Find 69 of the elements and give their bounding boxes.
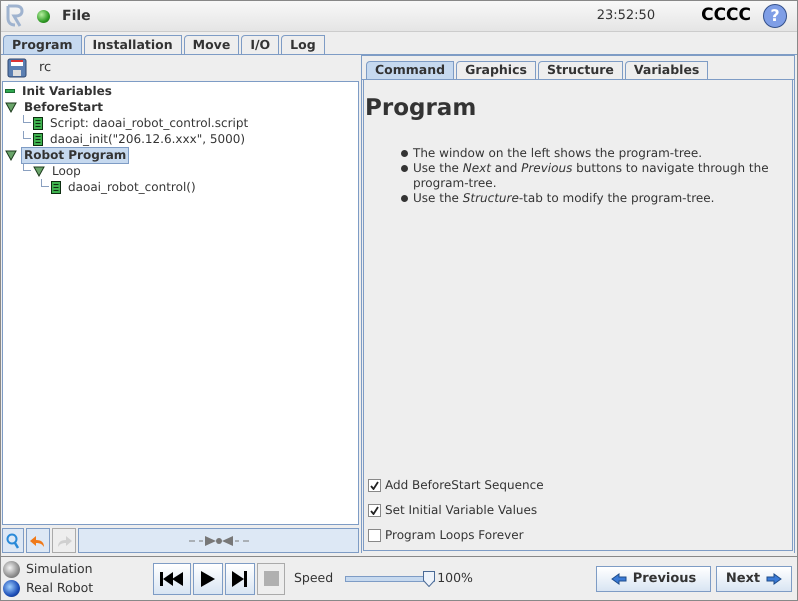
tree-node[interactable]: daoai_robot_control() [65,178,199,196]
step-button[interactable] [225,562,255,594]
search-icon [6,532,20,548]
script-icon [51,180,61,194]
variables-icon [5,89,15,93]
previous-button[interactable]: Previous [596,566,711,592]
bullet-icon [401,164,408,172]
rewind-button[interactable] [153,562,191,594]
tree-node[interactable]: Robot Program [21,146,130,164]
tab[interactable]: I/O [241,35,280,54]
step-forward-icon [231,570,249,588]
expanded-triangle-icon[interactable] [5,150,17,160]
checkbox-label: Program Loops Forever [385,527,524,544]
speed-slider[interactable] [345,570,436,586]
mode-label: Simulation [26,560,93,578]
program-name: rc [39,59,52,78]
robot-name: CCCC [701,4,751,28]
next-button[interactable]: Next [716,566,792,592]
tree-node[interactable]: Loop [49,162,84,180]
rewind-icon [159,570,185,586]
checkmark-icon [370,506,379,514]
save-icon[interactable] [7,58,27,78]
help-text: Use the Structure-tab to modify the program-tree. [413,190,714,206]
script-icon [33,116,43,130]
play-button[interactable] [193,562,223,594]
checkbox[interactable] [368,528,381,542]
tree-node[interactable]: BeforeStart [21,98,106,116]
tab[interactable]: Structure [538,61,623,79]
mode-label: Real Robot [26,578,94,597]
expanded-triangle-icon[interactable] [5,102,17,112]
mode-radio[interactable] [3,580,20,596]
tab[interactable]: Program [3,35,82,54]
tab[interactable]: Graphics [456,61,536,79]
tree-connector-icon [41,179,49,187]
bullet-icon [401,194,408,202]
play-icon [200,570,216,588]
speed-reading: 100% [437,569,473,588]
status-led-icon [37,10,50,22]
tab[interactable]: Command [366,61,454,79]
help-text: Use the Next and Previous buttons to navigate through the program-tree. [413,160,770,190]
logo-icon [5,4,25,28]
slider-thumb[interactable] [423,570,436,586]
speed-label: Speed [294,569,334,588]
right-arrow-icon [766,572,782,584]
search-button[interactable] [2,528,24,553]
checkbox-label: Add BeforeStart Sequence [385,477,544,494]
tree-node[interactable]: Script: daoai_robot_control.script [47,114,252,132]
script-icon [33,132,43,146]
checkbox-label: Set Initial Variable Values [385,502,538,519]
bullet-icon [401,150,408,156]
left-arrow-icon [610,572,627,584]
tab[interactable]: Installation [84,35,182,54]
checkbox[interactable] [368,478,381,492]
checkmark-icon [370,480,379,490]
help-text: The window on the left shows the program-tree. [413,146,702,160]
collapse-arrows-icon [186,536,250,546]
clock-time: 23:52:50 [596,7,656,26]
checkbox[interactable] [368,504,381,516]
command-title: Program [365,94,478,123]
expanded-triangle-icon[interactable] [33,166,45,176]
file-menu[interactable]: File [62,6,91,26]
mode-radio[interactable] [3,560,20,578]
tree-node[interactable]: daoai_init("206.12.6.xxx", 5000) [47,130,248,148]
collapse-button[interactable] [78,528,359,553]
tree-connector-icon [23,163,31,171]
tab[interactable]: Variables [624,61,708,79]
tree-node[interactable]: Init Variables [19,82,115,100]
tab[interactable]: Move [184,35,240,54]
tab[interactable]: Log [281,35,325,54]
